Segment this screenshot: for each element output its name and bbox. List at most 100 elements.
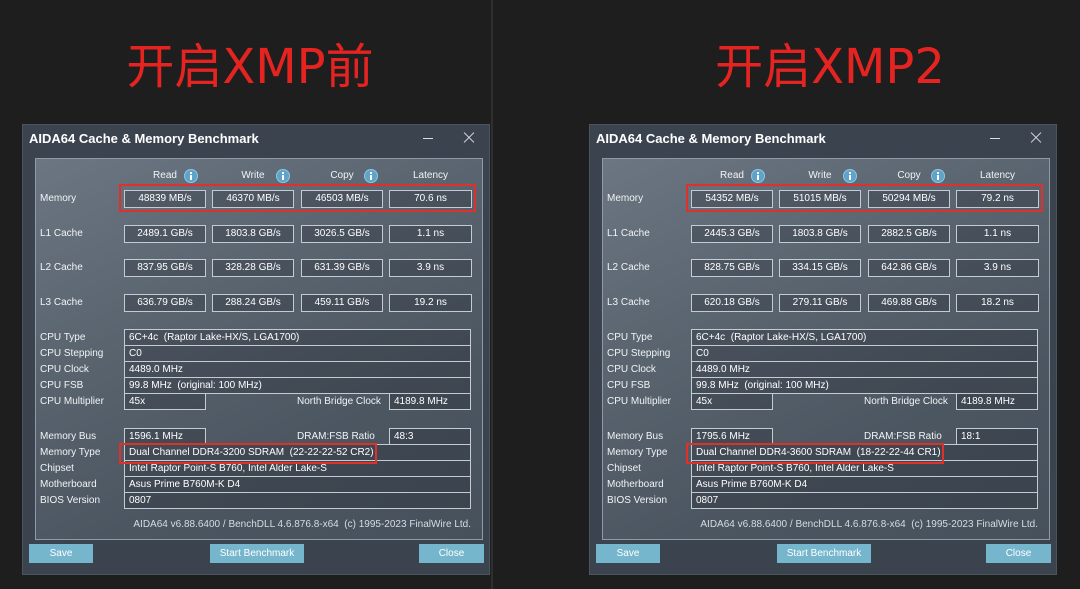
benchmark-window-after-xmp: AIDA64 Cache & Memory Benchmark Read Wri…: [589, 124, 1057, 575]
version-footer: AIDA64 v6.88.6400 / BenchDLL 4.6.876.8-x…: [133, 519, 471, 530]
cpu-multiplier-value: 45x: [124, 393, 206, 410]
l1-copy-value: 2882.5 GB/s: [868, 225, 950, 243]
start-benchmark-button[interactable]: Start Benchmark: [777, 544, 871, 563]
highlight-memory-results: [686, 184, 1043, 212]
north-bridge-clock-label: North Bridge Clock: [297, 396, 381, 407]
cpu-fsb-value: 99.8 MHz (original: 100 MHz): [124, 377, 471, 394]
title-bar[interactable]: AIDA64 Cache & Memory Benchmark: [22, 124, 490, 152]
memory-type-label: Memory Type: [40, 447, 101, 458]
heading-before-xmp: 开启XMP前: [126, 39, 374, 95]
read-info-icon[interactable]: [751, 169, 765, 183]
l2-write-value: 328.28 GB/s: [212, 259, 294, 277]
cpu-multiplier-label: CPU Multiplier: [40, 396, 104, 407]
cpu-clock-label: CPU Clock: [40, 364, 89, 375]
l1-read-value: 2489.1 GB/s: [124, 225, 206, 243]
benchmark-window-before-xmp: AIDA64 Cache & Memory Benchmark Read Wri…: [22, 124, 490, 575]
copy-info-icon[interactable]: [931, 169, 945, 183]
memory-type-label: Memory Type: [607, 447, 668, 458]
l2-write-value: 334.15 GB/s: [779, 259, 861, 277]
highlight-memory-type: [686, 443, 944, 464]
window-title: AIDA64 Cache & Memory Benchmark: [596, 131, 826, 146]
bios-version-value: 0807: [691, 492, 1038, 509]
cpu-stepping-label: CPU Stepping: [607, 348, 671, 359]
dram-fsb-ratio-value: 18:1: [956, 428, 1038, 445]
close-button[interactable]: Close: [986, 544, 1051, 563]
north-bridge-clock-value: 4189.8 MHz: [956, 393, 1038, 410]
cpu-type-label: CPU Type: [607, 332, 653, 343]
cpu-clock-label: CPU Clock: [607, 364, 656, 375]
cpu-type-value: 6C+4c (Raptor Lake-HX/S, LGA1700): [124, 329, 471, 346]
cpu-fsb-value: 99.8 MHz (original: 100 MHz): [691, 377, 1038, 394]
l2-read-value: 828.75 GB/s: [691, 259, 773, 277]
l1-latency-value: 1.1 ns: [956, 225, 1039, 243]
highlight-memory-type: [119, 443, 377, 464]
l3-read-value: 636.79 GB/s: [124, 294, 206, 312]
chipset-label: Chipset: [607, 463, 641, 474]
cpu-fsb-label: CPU FSB: [40, 380, 84, 391]
cpu-fsb-label: CPU FSB: [607, 380, 651, 391]
heading-after-xmp: 开启XMP2: [715, 39, 945, 95]
read-info-icon[interactable]: [184, 169, 198, 183]
north-bridge-clock-value: 4189.8 MHz: [389, 393, 471, 410]
row-label-l3-cache: L3 Cache: [40, 297, 83, 308]
memory-bus-label: Memory Bus: [607, 431, 664, 442]
cpu-multiplier-value: 45x: [691, 393, 773, 410]
l1-write-value: 1803.8 GB/s: [212, 225, 294, 243]
cpu-stepping-value: C0: [124, 345, 471, 362]
version-footer: AIDA64 v6.88.6400 / BenchDLL 4.6.876.8-x…: [700, 519, 1038, 530]
row-label-l3-cache: L3 Cache: [607, 297, 650, 308]
l2-copy-value: 631.39 GB/s: [301, 259, 383, 277]
close-button[interactable]: Close: [419, 544, 484, 563]
row-label-l2-cache: L2 Cache: [607, 262, 650, 273]
l3-latency-value: 18.2 ns: [956, 294, 1039, 312]
copy-info-icon[interactable]: [364, 169, 378, 183]
highlight-memory-results: [119, 184, 476, 212]
motherboard-value: Asus Prime B760M-K D4: [691, 476, 1038, 493]
save-button[interactable]: Save: [29, 544, 93, 563]
cpu-clock-value: 4489.0 MHz: [691, 361, 1038, 378]
column-header-latency: Latency: [979, 170, 1016, 181]
l3-latency-value: 19.2 ns: [389, 294, 472, 312]
l1-latency-value: 1.1 ns: [389, 225, 472, 243]
row-label-l2-cache: L2 Cache: [40, 262, 83, 273]
chipset-label: Chipset: [40, 463, 74, 474]
l2-latency-value: 3.9 ns: [956, 259, 1039, 277]
north-bridge-clock-label: North Bridge Clock: [864, 396, 948, 407]
dram-fsb-ratio-value: 48:3: [389, 428, 471, 445]
save-button[interactable]: Save: [596, 544, 660, 563]
minimize-icon[interactable]: [989, 132, 1001, 144]
l3-copy-value: 459.11 GB/s: [301, 294, 383, 312]
row-label-l1-cache: L1 Cache: [607, 228, 650, 239]
cpu-stepping-label: CPU Stepping: [40, 348, 104, 359]
cpu-clock-value: 4489.0 MHz: [124, 361, 471, 378]
column-header-latency: Latency: [412, 170, 449, 181]
window-title: AIDA64 Cache & Memory Benchmark: [29, 131, 259, 146]
l3-write-value: 279.11 GB/s: [779, 294, 861, 312]
close-icon[interactable]: [1030, 132, 1042, 144]
bios-version-label: BIOS Version: [607, 495, 668, 506]
l1-write-value: 1803.8 GB/s: [779, 225, 861, 243]
memory-bus-label: Memory Bus: [40, 431, 97, 442]
title-bar[interactable]: AIDA64 Cache & Memory Benchmark: [589, 124, 1057, 152]
l3-read-value: 620.18 GB/s: [691, 294, 773, 312]
row-label-l1-cache: L1 Cache: [40, 228, 83, 239]
cpu-multiplier-label: CPU Multiplier: [607, 396, 671, 407]
minimize-icon[interactable]: [422, 132, 434, 144]
row-label-memory: Memory: [607, 193, 644, 204]
close-icon[interactable]: [463, 132, 475, 144]
write-info-icon[interactable]: [843, 169, 857, 183]
cpu-stepping-value: C0: [691, 345, 1038, 362]
cpu-type-value: 6C+4c (Raptor Lake-HX/S, LGA1700): [691, 329, 1038, 346]
panel-divider: [491, 0, 493, 589]
l3-write-value: 288.24 GB/s: [212, 294, 294, 312]
motherboard-value: Asus Prime B760M-K D4: [124, 476, 471, 493]
row-label-memory: Memory: [40, 193, 77, 204]
l1-copy-value: 3026.5 GB/s: [301, 225, 383, 243]
motherboard-label: Motherboard: [607, 479, 664, 490]
start-benchmark-button[interactable]: Start Benchmark: [210, 544, 304, 563]
l2-latency-value: 3.9 ns: [389, 259, 472, 277]
l2-read-value: 837.95 GB/s: [124, 259, 206, 277]
bios-version-value: 0807: [124, 492, 471, 509]
write-info-icon[interactable]: [276, 169, 290, 183]
l3-copy-value: 469.88 GB/s: [868, 294, 950, 312]
